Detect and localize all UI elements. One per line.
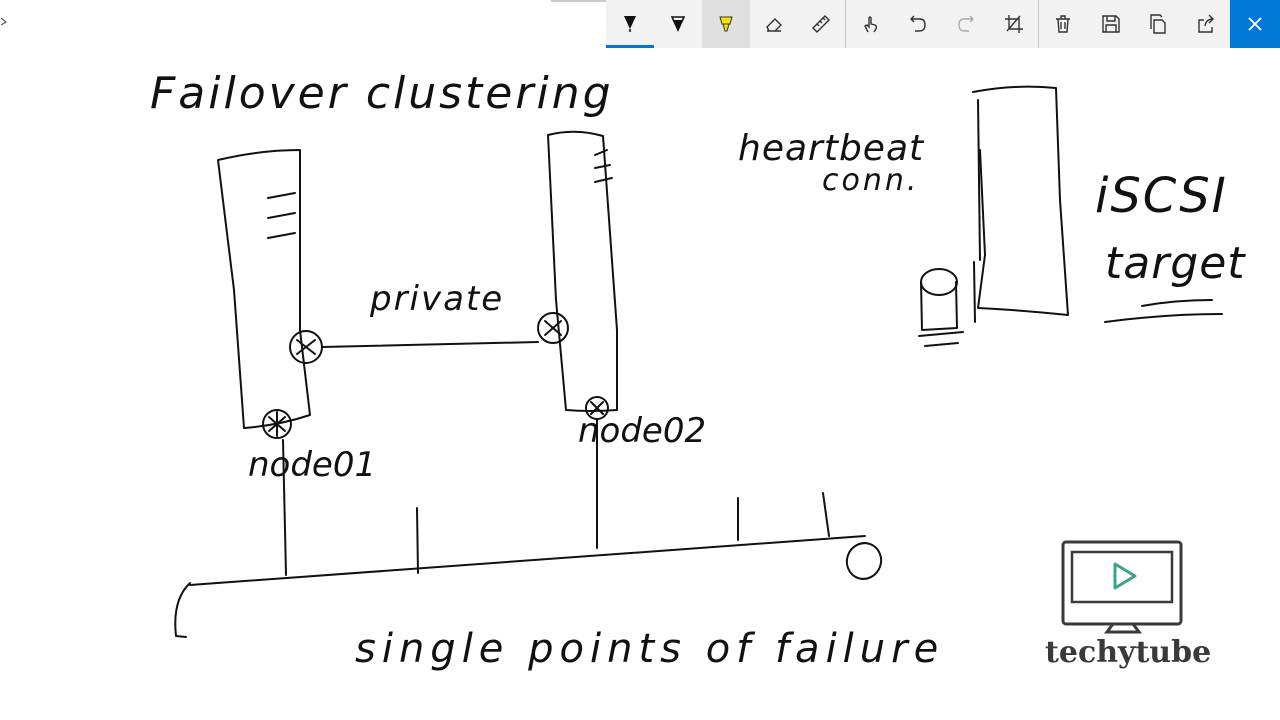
share-button[interactable] [1182,0,1230,48]
title-text: Failover clustering [150,68,614,119]
node01-server-shape [217,149,311,429]
close-button[interactable] [1230,0,1280,48]
node01-text: node01 [248,445,376,485]
undo-button[interactable] [894,0,942,48]
touch-writing-icon [864,16,878,33]
save-button[interactable] [1087,0,1135,48]
ruler-icon [812,15,831,33]
copy-button[interactable] [1134,0,1182,48]
highlighter-icon [718,16,733,32]
ruler-button[interactable] [797,0,845,48]
private-link [321,341,539,348]
conn-text: conn. [822,163,919,198]
pencil-icon [670,16,686,32]
node02-text: node02 [578,411,706,451]
redo-button[interactable] [942,0,990,48]
logo-text: techytube [1045,635,1212,670]
network-bus [189,535,866,586]
touch-writing-button[interactable] [846,0,894,48]
iscsi-text: iSCSI [1095,168,1228,224]
save-icon [1101,15,1120,33]
highlighter-button[interactable] [701,0,750,48]
pencil-button[interactable] [654,0,702,48]
node02-server-shape [547,130,618,412]
disk-icon [920,268,958,296]
copy-icon [1150,14,1167,34]
spof-text: single points of failure [355,626,944,672]
crop-button[interactable] [990,0,1038,48]
undo-icon [910,15,926,32]
iscsi-target-shape [972,85,1069,316]
pointer-caret-icon [0,17,8,26]
eraser-button[interactable] [750,0,798,48]
eraser-icon [765,18,782,32]
crop-icon [1004,15,1023,33]
ballpoint-pen-icon [623,15,636,32]
techytube-logo: techytube [1045,540,1212,675]
delete-button[interactable] [1039,0,1087,48]
monitor-play-icon [1061,540,1183,634]
share-icon [1198,14,1215,33]
target-text: target [1105,238,1246,289]
private-text: private [369,279,504,319]
ballpoint-pen-button[interactable] [606,0,654,48]
close-icon [1248,17,1262,31]
ink-toolbar [606,0,1280,48]
redo-icon [958,15,974,32]
trash-icon [1055,15,1070,33]
